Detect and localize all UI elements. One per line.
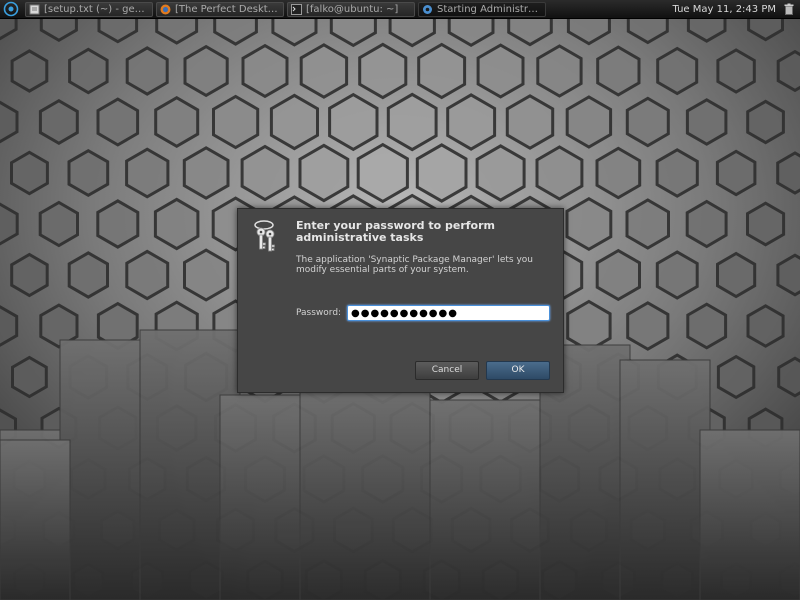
wallpaper-hexagon <box>685 98 728 146</box>
wallpaper-hexagon <box>38 98 79 146</box>
wallpaper-hexagon <box>153 197 200 251</box>
authentication-dialog: Enter your password to perform administr… <box>237 208 564 393</box>
wallpaper-hexagon <box>565 196 613 252</box>
wallpaper-hexagon <box>240 144 290 202</box>
wallpaper-hexagon <box>566 299 612 353</box>
wallpaper-hexagon <box>715 149 757 197</box>
wallpaper-hexagon <box>67 148 110 198</box>
wallpaper-hexagon <box>10 150 49 196</box>
taskbar-item-label: [The Perfect Desktop - ... <box>175 3 280 15</box>
wallpaper-hexagon <box>686 302 728 350</box>
wallpaper-hexagon <box>269 93 319 151</box>
wallpaper-hexagon <box>716 251 757 299</box>
wallpaper-hexagon <box>96 97 140 147</box>
password-field[interactable] <box>347 305 550 321</box>
wallpaper-hexagon <box>356 142 409 204</box>
taskbar-item-label: Starting Administrativ... <box>437 3 542 15</box>
wallpaper-hexagon <box>625 198 670 250</box>
ubuntu-menu-icon[interactable] <box>0 0 22 18</box>
wallpaper-hexagon <box>716 354 756 400</box>
wallpaper-hexagon <box>596 45 641 97</box>
wallpaper-hexagon <box>10 49 49 93</box>
wallpaper-hexagon <box>746 201 786 247</box>
wallpaper-hexagon <box>626 301 670 351</box>
wallpaper-hexagon <box>298 143 350 203</box>
wallpaper-hexagon <box>358 42 408 100</box>
keys-icon <box>254 220 275 252</box>
wallpaper-hexagon <box>655 250 699 300</box>
wallpaper-hexagon <box>328 92 379 152</box>
wallpaper-hexagon <box>655 148 699 198</box>
dialog-message: The application 'Synaptic Package Manage… <box>296 255 533 275</box>
trash-icon[interactable] <box>782 0 796 18</box>
wallpaper-hexagon <box>685 199 728 249</box>
wallpaper-hexagon <box>68 47 109 95</box>
wallpaper-hexagon <box>241 43 289 99</box>
wallpaper-hexagon <box>476 43 525 99</box>
wallpaper-hexagon <box>182 146 230 200</box>
text-editor-icon <box>29 4 40 15</box>
wallpaper-hexagon <box>125 249 170 301</box>
wallpaper-hexagon <box>746 304 785 348</box>
wallpaper-hexagon <box>656 46 699 96</box>
taskbar-item-firefox[interactable]: [The Perfect Desktop - ... <box>156 1 284 17</box>
wallpaper-hexagon <box>212 94 260 150</box>
ok-button[interactable]: OK <box>486 361 550 380</box>
wallpaper-hexagon <box>154 95 200 149</box>
taskbar-item-terminal[interactable]: [falko@ubuntu: ~] <box>287 1 415 17</box>
top-panel: [setup.txt (~) - gedit] [The Perfect Des… <box>0 0 800 19</box>
wallpaper-hexagon <box>183 44 229 98</box>
wallpaper-hexagon <box>10 252 49 298</box>
wallpaper-hexagon <box>716 48 756 94</box>
wallpaper-hexagon <box>299 43 349 99</box>
wallpaper-hexagon <box>746 99 785 145</box>
wallpaper-hexagon <box>535 145 584 201</box>
firefox-icon <box>160 4 171 15</box>
wallpaper-hexagon <box>386 92 438 152</box>
wallpaper-hexagon <box>475 144 526 202</box>
wallpaper-hexagon <box>415 143 468 203</box>
wallpaper-hexagon <box>536 44 583 98</box>
wallpaper-hexagon <box>565 95 613 149</box>
wallpaper-hexagon <box>417 42 467 100</box>
wallpaper-hexagon <box>125 147 170 199</box>
wallpaper-hexagon <box>446 93 497 151</box>
wallpaper-hexagon <box>595 146 642 200</box>
gear-icon <box>422 4 433 15</box>
wallpaper-hexagon <box>183 248 230 302</box>
wallpaper-hexagon <box>67 251 109 299</box>
wallpaper-hexagon <box>505 94 555 150</box>
wallpaper-hexagon <box>96 199 140 249</box>
taskbar-item-gedit[interactable]: [setup.txt (~) - gedit] <box>25 1 153 17</box>
taskbar-item-label: [setup.txt (~) - gedit] <box>44 3 149 15</box>
password-label: Password: <box>296 308 342 318</box>
taskbar-item-admin[interactable]: Starting Administrativ... <box>418 1 546 17</box>
taskbar-item-label: [falko@ubuntu: ~] <box>306 3 399 15</box>
terminal-icon <box>291 3 302 15</box>
wallpaper-hexagon <box>11 355 48 399</box>
cancel-button[interactable]: Cancel <box>415 361 479 380</box>
wallpaper-hexagon <box>38 200 79 248</box>
wallpaper-hexagon <box>125 46 169 96</box>
panel-clock[interactable]: Tue May 11, 2:43 PM <box>673 4 777 15</box>
dialog-title: Enter your password to perform administr… <box>296 219 496 244</box>
wallpaper-hexagon <box>625 96 670 148</box>
wallpaper-hexagon <box>595 248 641 302</box>
